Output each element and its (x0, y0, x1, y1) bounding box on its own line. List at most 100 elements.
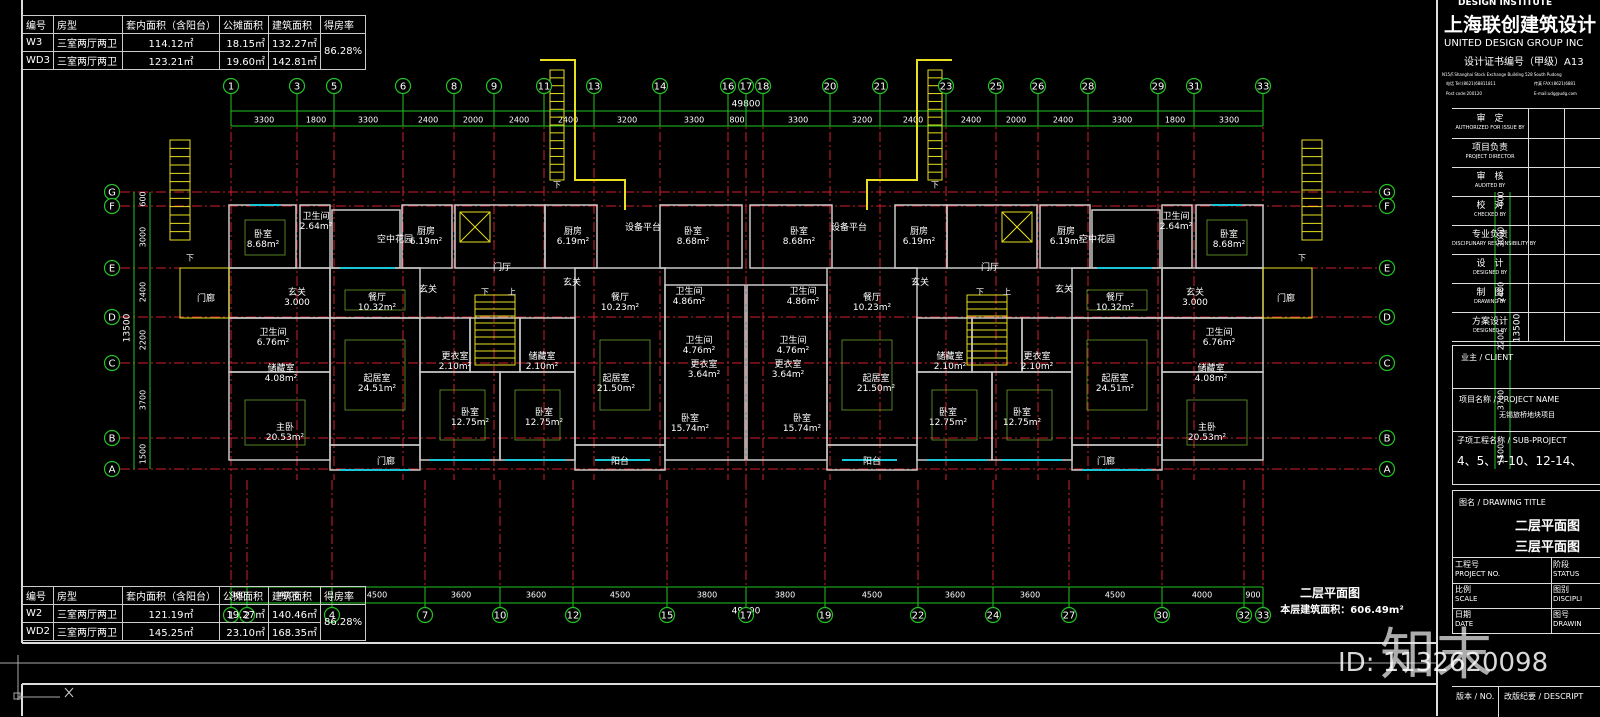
cell: WD2 (22, 622, 54, 641)
meta-cell: 比例 SCALE (1453, 583, 1552, 609)
axis-label: 25 (990, 82, 1003, 93)
dim-label-top: 2400 (903, 116, 923, 125)
table-header-row: 编号 房型 套内面积（含阳台） 公摊面积 建筑面积 得房率 (22, 15, 367, 34)
room-name: 卫生间 (259, 328, 287, 338)
signoff-table: 审 定 AUTHORIZED FOR ISSUE BY 项目负责 PROJECT DI… (1452, 108, 1600, 342)
dim-label-top: 3300 (254, 116, 274, 125)
dim-label-bottom: 3600 (1020, 591, 1040, 600)
stair-down-mark: 下 (553, 181, 561, 190)
dim-label-bottom: 4500 (1105, 591, 1125, 600)
room-name: 起居室 (363, 374, 391, 384)
room-name: 餐厅 (1105, 293, 1125, 303)
signoff-role-en: AUDITED BY (1474, 183, 1506, 189)
room-label: 卧室 12.75m² (929, 408, 967, 428)
room-label: 卫生间 4.76m² (777, 336, 809, 356)
watermark-id: ID: 1132620098 (1338, 648, 1549, 678)
room-name: 餐厅 (610, 293, 630, 303)
meta-label-en: SCALE (1455, 595, 1478, 603)
axis-label: D (108, 313, 116, 324)
room-label: 厨房 6.19m² (410, 227, 442, 247)
axis-label: 17 (740, 82, 753, 93)
email: E-mail:udg@udg.com (1534, 91, 1577, 96)
room-label: 玄关 (1055, 285, 1073, 295)
room-label: 卧室 8.68m² (677, 227, 709, 247)
cell: WD3 (22, 51, 54, 70)
cell: 168.35㎡ (268, 622, 321, 641)
axis-label: 32 (1238, 611, 1251, 622)
axis-label: 17 (740, 611, 753, 622)
dim-label-left: 2200 (139, 330, 148, 350)
room-label: 卫生间 4.76m² (683, 336, 715, 356)
room-name: 玄关 (418, 285, 438, 295)
room-wall (1161, 267, 1264, 319)
axis-label: 31 (1188, 82, 1201, 93)
room-label: 起居室 24.51m² (358, 374, 396, 394)
certificate-number: 设计证书编号（甲级）A13 (1464, 57, 1584, 68)
room-area: 8.68m² (676, 237, 710, 247)
room-name: 空中花园 (376, 235, 414, 245)
stair-up-mark: 上 (508, 288, 516, 297)
room-name: 卫生间 (675, 287, 703, 297)
dim-label-left: 3000 (139, 227, 148, 247)
unit-area-table-bottom: 编号 房型 套内面积（含阳台） 公摊面积 建筑面积 得房率 W2 三室两厅两卫 … (22, 586, 367, 641)
meta-label-cn: 图号 (1553, 610, 1569, 619)
meta-cell: 图别 DISCIPLI (1551, 583, 1600, 609)
porch-outline (1262, 267, 1313, 319)
room-label: 餐厅 10.23m² (853, 293, 891, 313)
dim-label-top: 3300 (1112, 116, 1132, 125)
room-area: 6.19m² (556, 237, 590, 247)
room-name: 厨房 (563, 227, 583, 237)
room-label: 空中花园 (1079, 235, 1115, 245)
room-name: 储藏室 (267, 364, 295, 374)
table-row: W2 三室两厅两卫 121.19㎡ 19.27㎡ 140.46㎡ 86.28% (22, 604, 367, 641)
room-label: 空中花园 (377, 235, 413, 245)
axis-label: 7 (422, 611, 428, 622)
room-label: 卧室 15.74m² (671, 414, 709, 434)
signoff-role-en: DRAWING BY (1473, 299, 1507, 305)
room-name: 餐厅 (367, 293, 387, 303)
subproject-value: 4、5、7-10、12-14、 (1457, 454, 1583, 468)
room-area: 24.51m² (1095, 384, 1135, 394)
signoff-role-cn: 方案设计 (1471, 317, 1508, 327)
room-name: 卧室 (460, 408, 480, 418)
room-area: 12.75m² (928, 418, 968, 428)
revision-no-label: 版本 / NO. (1456, 692, 1495, 701)
room-wall (469, 317, 521, 373)
room-name: 门廊 (1096, 457, 1116, 467)
room-label: 玄关 (911, 278, 929, 288)
header-cell: 建筑面积 (268, 15, 321, 34)
cell: 18.15㎡ (219, 33, 269, 52)
cell: W2 (22, 604, 54, 623)
header-cell: 编号 (22, 15, 54, 34)
cell: 23.10㎡ (219, 622, 269, 641)
signoff-role-cn: 制 图 (1476, 288, 1504, 298)
table-row: W3 三室两厅两卫 114.12㎡ 18.15㎡ 132.27㎡ 86.28% (22, 33, 367, 70)
ratio-cell: 86.28% (319, 604, 367, 641)
dim-label-top: 2000 (1006, 116, 1026, 125)
axis-label: 27 (1063, 611, 1076, 622)
axis-label: E (109, 264, 115, 275)
signoff-role-en: AUTHORIZED FOR ISSUE BY (1455, 125, 1525, 131)
cell: 132.27㎡ (268, 33, 321, 52)
room-area: 10.32m² (1095, 303, 1135, 313)
dim-label-top: 2000 (463, 116, 483, 125)
room-area: 15.74m² (782, 424, 822, 434)
room-area: 2.10m² (933, 362, 967, 372)
axis-bubbles: 1 3 5 6 8 9 11 13 14 16 17 18 20 21 23 25 26 28 29 31 331 2 4 7… (103, 77, 1396, 624)
room-name: 更衣室 (690, 360, 718, 370)
room-wall (971, 317, 1023, 373)
address: N15/F.Shanghai Stock Exchange Building 5… (1442, 72, 1562, 77)
porch-outline (179, 267, 230, 319)
room-wall (1071, 444, 1163, 471)
room-area: 8.68m² (1212, 240, 1246, 250)
room-name: 卧室 (1219, 230, 1239, 240)
room-label: 厨房 6.19m² (1050, 227, 1082, 247)
axis-label: A (109, 465, 116, 476)
room-label: 餐厅 10.32m² (1096, 293, 1134, 313)
header-cell: 房型 (53, 15, 123, 34)
room-name: 储藏室 (528, 352, 556, 362)
cell: 121.19㎡ (122, 604, 220, 623)
meta-label-en: DRAWIN (1553, 620, 1582, 628)
room-label: 门廊 (1097, 457, 1115, 467)
company-name-en: UNITED DESIGN GROUP INC (1444, 38, 1584, 49)
